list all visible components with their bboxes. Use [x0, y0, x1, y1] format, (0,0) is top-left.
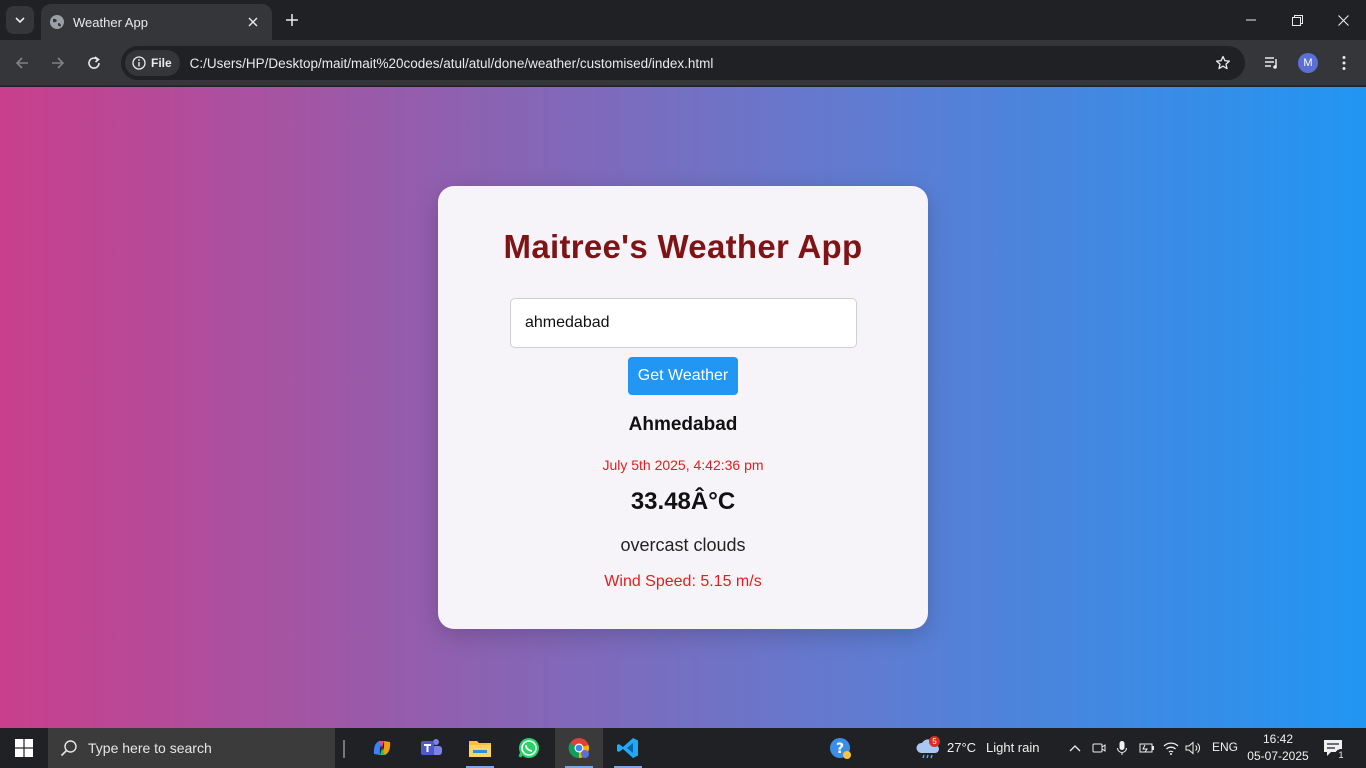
browser-tab-weather-app[interactable]: Weather App	[41, 4, 272, 40]
globe-icon	[49, 14, 65, 30]
restore-icon	[1291, 14, 1303, 26]
avatar: M	[1298, 53, 1318, 73]
kebab-menu-icon	[1342, 56, 1346, 70]
star-icon	[1215, 55, 1231, 70]
vscode-icon	[617, 738, 638, 758]
taskbar-whatsapp[interactable]	[505, 728, 553, 768]
browser-tabstrip: Weather App	[0, 0, 1366, 40]
taskbar-search-placeholder: Type here to search	[88, 740, 212, 756]
site-info-label: File	[151, 56, 172, 70]
arrow-left-icon	[15, 57, 28, 69]
taskbar-vscode[interactable]	[604, 728, 652, 768]
weather-condition: Light rain	[986, 740, 1040, 755]
weather-description: overcast clouds	[620, 535, 746, 555]
weather-card: Maitree's Weather App Get Weather Ahmeda…	[438, 186, 928, 629]
copilot-icon	[373, 741, 391, 755]
wifi-icon[interactable]	[1162, 739, 1180, 757]
weather-temperature: 27°C	[947, 740, 977, 755]
battery-icon[interactable]	[1138, 739, 1156, 757]
profile-button[interactable]: M	[1294, 49, 1322, 77]
wind-speed: Wind Speed: 5.15 m/s	[604, 573, 762, 590]
chevron-up-icon[interactable]	[1066, 739, 1084, 757]
reload-button[interactable]	[80, 49, 108, 77]
teams-icon	[421, 739, 442, 755]
back-button[interactable]	[8, 49, 36, 77]
clock-date: 05-07-2025	[1247, 749, 1309, 763]
bookmark-button[interactable]	[1209, 49, 1237, 77]
minimize-icon	[1246, 19, 1256, 21]
reload-icon	[88, 56, 100, 69]
app-title: Maitree's Weather App	[503, 228, 863, 265]
media-controls-button[interactable]	[1258, 49, 1286, 77]
microphone-icon[interactable]	[1113, 739, 1131, 757]
help-app-icon[interactable]: ?	[828, 736, 852, 760]
date-time: July 5th 2025, 4:42:36 pm	[602, 457, 764, 473]
taskbar-search[interactable]: Type here to search	[48, 728, 335, 768]
forward-button[interactable]	[44, 49, 72, 77]
new-tab-button[interactable]	[281, 9, 303, 31]
volume-icon[interactable]	[1184, 739, 1202, 757]
plus-icon	[286, 14, 298, 26]
chevron-down-icon	[15, 17, 25, 24]
temperature: 33.48Â°C	[630, 488, 736, 515]
language-indicator[interactable]: ENG	[1212, 740, 1238, 754]
city-name: Ahmedabad	[628, 414, 738, 435]
browser-toolbar: File C:/Users/HP/Desktop/mait/mait%20cod…	[0, 40, 1366, 86]
close-tab-icon[interactable]	[244, 13, 262, 31]
windows-taskbar: Type here to search ? 5 27°C Light rain	[0, 728, 1366, 768]
url-text[interactable]: C:/Users/HP/Desktop/mait/mait%20codes/at…	[190, 56, 1209, 71]
notification-center-button[interactable]: 1	[1320, 736, 1347, 762]
arrow-right-icon	[52, 57, 65, 69]
browser-menu-button[interactable]	[1330, 49, 1358, 77]
task-view-divider	[343, 740, 345, 758]
svg-text:?: ?	[836, 741, 844, 757]
notification-count: 1	[1335, 749, 1347, 761]
playlist-icon	[1265, 57, 1277, 69]
taskbar-weather-widget[interactable]: 5 27°C Light rain	[912, 728, 1052, 768]
taskbar-file-explorer[interactable]	[456, 728, 504, 768]
page-background: Maitree's Weather App Get Weather Ahmeda…	[0, 87, 1366, 728]
get-weather-button[interactable]: Get Weather	[628, 357, 738, 395]
taskbar-chrome[interactable]	[555, 728, 603, 768]
close-window-button[interactable]	[1320, 0, 1366, 40]
tab-search-button[interactable]	[6, 6, 34, 34]
info-icon	[132, 56, 146, 70]
chrome-icon	[568, 738, 589, 759]
whatsapp-icon	[518, 738, 539, 758]
camera-icon[interactable]	[1090, 739, 1108, 757]
minimize-button[interactable]	[1228, 0, 1274, 40]
restore-button[interactable]	[1274, 0, 1320, 40]
close-icon	[1337, 14, 1349, 26]
site-info-chip[interactable]: File	[125, 50, 180, 76]
search-icon	[60, 740, 77, 757]
clock[interactable]: 16:42 05-07-2025	[1244, 731, 1312, 765]
weather-alert-badge: 5	[929, 736, 940, 747]
clock-time: 16:42	[1262, 732, 1294, 746]
windows-logo-icon	[15, 739, 33, 757]
folder-icon	[469, 741, 491, 757]
city-search-input[interactable]	[510, 298, 857, 348]
taskbar-copilot[interactable]	[358, 728, 406, 768]
tab-title: Weather App	[73, 14, 148, 30]
start-button[interactable]	[0, 728, 48, 768]
address-bar[interactable]: File C:/Users/HP/Desktop/mait/mait%20cod…	[121, 46, 1245, 80]
taskbar-teams[interactable]	[407, 728, 455, 768]
